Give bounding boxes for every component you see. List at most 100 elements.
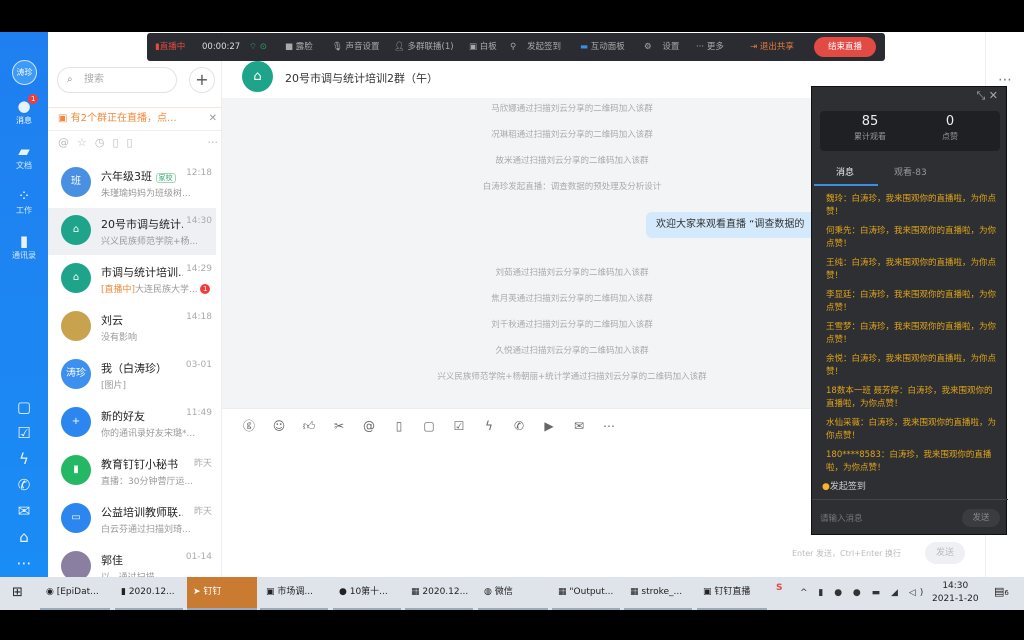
todo-icon[interactable]: ☑ [444,409,474,443]
search-input[interactable]: ⌕ 搜索 [57,67,177,93]
more-icon[interactable]: ⋯ [594,409,624,443]
send-button[interactable]: 发送 [925,542,965,564]
taskbar-app[interactable]: ◉ [EpiDat... [40,577,110,610]
signin-link[interactable]: ●发起签到 [822,479,866,492]
app-icon: ▣ [703,587,712,597]
camera-button[interactable]: ■ 露脸 [285,33,313,61]
scissors-icon[interactable]: ✂ [324,409,354,443]
notification-icon[interactable]: ▤6 [994,585,1009,598]
comment: 水仙采薇：白涛珍，我来围观你的直播啦，为你点赞！ [826,418,997,441]
exit-share-button[interactable]: ⇥ 退出共享 [750,33,794,61]
nav-contacts[interactable]: ▮ 通讯录 [0,232,48,261]
group-avatar[interactable]: ⌂ [242,61,273,92]
chat-title: 20号市调与统计培训2群（午） [285,72,438,85]
conversation-time: 昨天 [193,459,212,469]
settings-button[interactable]: ⚙ 设置 [644,33,679,61]
org-icon[interactable]: ⌂ [0,528,48,546]
more-button[interactable]: ··· 更多 [696,33,724,61]
live-timer: 00:00:27 [202,42,241,52]
conversation-name: 市调与统计培训... [101,266,183,279]
conversation-item[interactable]: + 新的好友 11:49 你的通讯录好友宋璐*... [48,400,216,447]
interactive-panel-button[interactable]: ▬ 互动面板 [580,33,625,61]
end-live-button[interactable]: 结束直播 [814,37,876,57]
app-icon: ➤ [193,587,201,597]
panel-send-button[interactable]: 发送 [962,509,1000,527]
signin-button[interactable]: ⚲ 发起签到 [510,33,561,61]
windows-taskbar: ⊞ ◉ [EpiDat... ▮ 2020.12... ➤ 钉钉 ▣ 市场调... ● … [0,577,1024,610]
mention-icon[interactable]: @ [354,409,384,443]
live-notice[interactable]: ▣ 有2个群正在直播，点... ✕ [48,107,222,131]
ding-icon[interactable]: ϟ [0,450,48,468]
filter-icons[interactable]: @☆◷▯▯ ··· [58,136,218,149]
app-icon: ◍ [484,587,492,597]
conversation-avatar: 涛珍 [61,359,91,389]
active-tab-indicator [814,184,878,186]
calendar-icon[interactable]: ▢ [414,409,444,443]
conversation-item[interactable]: 班 六年级3班 家校 12:18 朱瑾瑜妈妈为班级树... [48,160,216,207]
calendar-icon[interactable]: ▢ [0,398,48,416]
system-message: 刘千秋通过扫描刘云分享的二维码加入该群 [491,320,653,330]
conversation-time: 昨天 [193,507,212,517]
system-tray[interactable]: ^ ▮ ● ● ▬ ◢ ◁) [800,577,927,610]
comment: 王纯：白涛珍，我来围观你的直播啦，为你点赞！ [826,258,997,281]
mail-icon[interactable]: ✉ [0,502,48,520]
taskbar-app[interactable]: ▣ 钉钉直播 [697,577,767,610]
live-icon[interactable]: ▶ [534,409,564,443]
taskbar-app[interactable]: ▦ stroke_... [624,577,692,610]
conversation-item[interactable]: ▮ 教育钉钉小秘书 昨天 直播：30分钟营厅运... [48,448,216,495]
audio-settings-button[interactable]: 🎙︎ 声音设置 [332,33,380,61]
more-icon[interactable]: ⋯ [0,554,48,572]
system-message: 故米通过扫描刘云分享的二维码加入该群 [495,156,649,166]
signin-icon: ● [822,482,830,492]
close-icon[interactable]: ✕ [209,108,217,130]
multi-group-button[interactable]: 👤︎ 多群联播(1) [394,33,454,61]
taskbar-app[interactable]: ▦ 2020.12... [405,577,473,610]
taskbar-app[interactable]: ➤ 钉钉 [187,577,257,610]
conversation-item[interactable]: ▭ 公益培训教师联... 昨天 白云芬通过扫描刘琦... [48,496,216,543]
conversation-preview: 白云芬通过扫描刘琦... [101,525,191,535]
conversation-avatar: ▭ [61,503,91,533]
clock[interactable]: 14:30 2021-1-20 [932,580,979,606]
tab-messages[interactable]: 消息 [836,165,854,178]
ding-icon[interactable]: ϟ [474,409,504,443]
phone-icon[interactable]: ✆ [504,409,534,443]
emoji-icon[interactable]: ☺ [264,409,294,443]
conversation-item[interactable]: ⌂ 20号市调与统计... 14:30 兴义民族师范学院+杨... [48,208,216,255]
nav-messages[interactable]: ● 消息 1 [0,94,48,126]
conversation-avatar: ⌂ [61,263,91,293]
file-icon[interactable]: ▯ [384,409,414,443]
nav-work[interactable]: ⁘ 工作 [0,187,48,216]
system-message: 久悦通过扫描刘云分享的二维码加入该群 [495,346,649,356]
add-button[interactable]: + [189,67,215,93]
taskbar-app[interactable]: ◍ 微信 [478,577,548,610]
conversation-item[interactable]: ⌂ 市调与统计培训... 14:29 [直播中]大连民族大学... 1 [48,256,216,303]
live-stats: 85 累计观看 0 点赞 [820,111,1000,151]
user-avatar[interactable]: 涛珍 [12,60,37,85]
conversation-item[interactable]: 涛珍 我（白涛珍） 03-01 [图片] [48,352,216,399]
tab-watching[interactable]: 观看-83 [894,165,927,178]
panel-message-input[interactable]: 请输入消息 发送 [812,499,1008,535]
phone-icon[interactable]: ✆ [0,476,48,494]
live-toolbar: ▮直播中 00:00:27 ⌔ ⊙ ■ 露脸 🎙︎ 声音设置 👤︎ 多群联播(1… [147,33,885,61]
conversation-preview: 朱瑾瑜妈妈为班级树... [101,189,191,199]
taskbar-app[interactable]: ▮ 2020.12... [115,577,183,610]
live-icon: ▣ [58,113,71,124]
conversation-item[interactable]: 刘云 14:18 没有影响 [48,304,216,351]
system-message: 焦月英通过扫描刘云分享的二维码加入该群 [491,294,653,304]
taskbar-app[interactable]: ▣ 市场调... [260,577,328,610]
gif-icon[interactable]: ⓖ [234,409,264,443]
panel-tabs: 消息 观看-83 [812,159,1008,187]
mail-icon[interactable]: ✉ [564,409,594,443]
left-nav: 涛珍 ● 消息 1 ▰ 文档 ⁘ 工作 ▮ 通讯录 ▢ ☑ ϟ ✆ ✉ ⌂ ⋯ [0,32,48,577]
taskbar-app[interactable]: ● 10第十... [333,577,401,610]
nav-docs[interactable]: ▰ 文档 [0,142,48,171]
sogou-icon[interactable]: S [776,583,782,593]
start-icon[interactable]: ⊞ [12,585,23,600]
like-icon[interactable]: 👍︎ [294,409,324,443]
close-icon[interactable]: ⤡ ✕ [976,89,998,103]
comment: 李显廷：白涛珍，我来围观你的直播啦，为你点赞！ [826,290,997,313]
todo-icon[interactable]: ☑ [0,424,48,442]
comment: 王雪梦：白涛珍，我来围观你的直播啦，为你点赞！ [826,322,997,345]
whiteboard-button[interactable]: ▣ 白板 [469,33,497,61]
taskbar-app[interactable]: ▦ "Output... [552,577,620,610]
